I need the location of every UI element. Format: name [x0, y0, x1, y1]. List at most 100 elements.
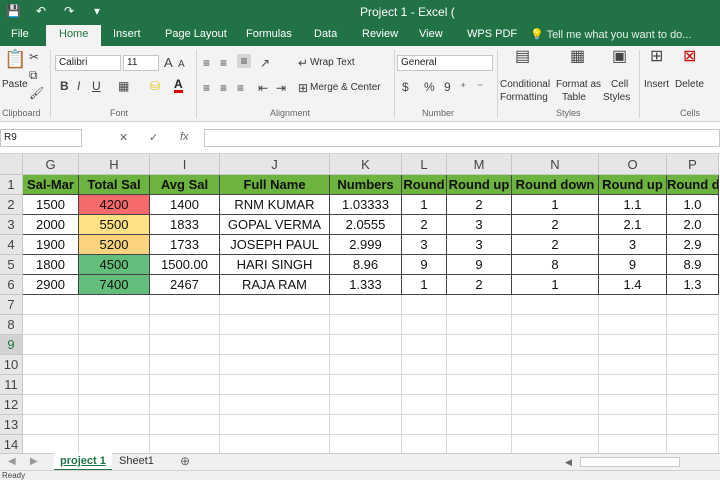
empty-cell[interactable]	[599, 295, 667, 315]
empty-cell[interactable]	[79, 415, 150, 435]
row-header[interactable]: 1	[0, 175, 23, 195]
empty-cell[interactable]	[150, 315, 220, 335]
align-center-icon[interactable]: ≡	[220, 81, 227, 95]
table-cell[interactable]: 1.4	[599, 275, 667, 295]
empty-cell[interactable]	[512, 375, 599, 395]
empty-cell[interactable]	[667, 415, 719, 435]
empty-cell[interactable]	[512, 335, 599, 355]
tab-review[interactable]: Review	[362, 28, 398, 40]
table-cell[interactable]: RAJA RAM	[220, 275, 330, 295]
align-top-icon[interactable]: ≡	[203, 56, 210, 70]
empty-cell[interactable]	[512, 395, 599, 415]
column-header[interactable]: N	[512, 154, 599, 175]
table-cell[interactable]: JOSEPH PAUL	[220, 235, 330, 255]
align-bottom-icon[interactable]: ≡	[237, 54, 251, 68]
table-cell[interactable]: 4500	[79, 255, 150, 275]
row-header[interactable]: 9	[0, 335, 23, 355]
empty-cell[interactable]	[599, 355, 667, 375]
table-cell[interactable]: 1.1	[599, 195, 667, 215]
cell-styles-button[interactable]: Cell	[611, 79, 628, 91]
empty-cell[interactable]	[79, 315, 150, 335]
empty-cell[interactable]	[23, 355, 79, 375]
empty-cell[interactable]	[23, 315, 79, 335]
table-cell[interactable]: 1400	[150, 195, 220, 215]
tab-page-layout[interactable]: Page Layout	[165, 28, 227, 40]
table-cell[interactable]: 1500	[23, 195, 79, 215]
align-middle-icon[interactable]: ≡	[220, 56, 227, 70]
format-as-table-button[interactable]: Format as	[556, 79, 601, 91]
font-size-select[interactable]: 11	[123, 55, 159, 71]
empty-cell[interactable]	[599, 335, 667, 355]
orientation-icon[interactable]: ↗	[260, 56, 270, 70]
insert-cells-icon[interactable]: ⊞	[650, 49, 663, 65]
tab-formulas[interactable]: Formulas	[246, 28, 292, 40]
table-cell[interactable]: 4200	[79, 195, 150, 215]
row-header[interactable]: 3	[0, 215, 23, 235]
percent-button[interactable]: %	[424, 80, 435, 94]
new-sheet-icon[interactable]: ⊕	[180, 454, 190, 468]
row-header[interactable]: 14	[0, 435, 23, 453]
empty-cell[interactable]	[150, 435, 220, 453]
font-color-icon[interactable]: A	[174, 77, 183, 93]
italic-button[interactable]: I	[77, 79, 80, 93]
empty-cell[interactable]	[512, 295, 599, 315]
name-box[interactable]: R9	[0, 129, 82, 147]
empty-cell[interactable]	[667, 395, 719, 415]
table-cell[interactable]: 8.96	[330, 255, 402, 275]
scroll-sheets-right-icon[interactable]: ▶	[30, 455, 38, 469]
table-cell[interactable]: 2.9	[667, 235, 719, 255]
empty-cell[interactable]	[23, 375, 79, 395]
empty-cell[interactable]	[330, 375, 402, 395]
select-all-corner[interactable]	[0, 154, 23, 175]
empty-cell[interactable]	[330, 415, 402, 435]
bold-button[interactable]: B	[60, 79, 69, 93]
table-cell[interactable]: 5200	[79, 235, 150, 255]
empty-cell[interactable]	[599, 375, 667, 395]
table-cell[interactable]: 9	[447, 255, 512, 275]
table-cell[interactable]: 2	[447, 275, 512, 295]
tell-me-box[interactable]: 💡 Tell me what you want to do...	[530, 28, 691, 41]
table-cell[interactable]: 8	[512, 255, 599, 275]
empty-cell[interactable]	[447, 315, 512, 335]
copy-icon[interactable]: ⧉	[29, 68, 38, 82]
row-header[interactable]: 11	[0, 375, 23, 395]
row-header[interactable]: 7	[0, 295, 23, 315]
table-cell[interactable]: 9	[402, 255, 447, 275]
empty-cell[interactable]	[447, 335, 512, 355]
shrink-font-icon[interactable]: A	[178, 58, 185, 72]
tab-home[interactable]: Home	[46, 25, 102, 46]
spreadsheet-grid[interactable]: G H I J K L M N O P 1 Sal-Mar Total Sal Avg Sal Full N…	[0, 154, 720, 453]
empty-cell[interactable]	[667, 375, 719, 395]
table-cell[interactable]: 1.03333	[330, 195, 402, 215]
empty-cell[interactable]	[23, 435, 79, 453]
hscroll-left-icon[interactable]: ◀	[565, 455, 572, 469]
empty-cell[interactable]	[402, 375, 447, 395]
row-header[interactable]: 4	[0, 235, 23, 255]
table-cell[interactable]: 1	[402, 195, 447, 215]
table-cell[interactable]: 1833	[150, 215, 220, 235]
row-header[interactable]: 10	[0, 355, 23, 375]
header-cell[interactable]: Numbers	[330, 175, 402, 195]
empty-cell[interactable]	[447, 415, 512, 435]
empty-cell[interactable]	[150, 415, 220, 435]
tab-data[interactable]: Data	[314, 28, 337, 40]
column-header[interactable]: K	[330, 154, 402, 175]
decrease-decimal-icon[interactable]: ⁻	[477, 80, 483, 94]
empty-cell[interactable]	[512, 315, 599, 335]
table-cell[interactable]: 1.333	[330, 275, 402, 295]
tab-wps-pdf[interactable]: WPS PDF	[467, 28, 517, 40]
table-cell[interactable]: 1733	[150, 235, 220, 255]
table-cell[interactable]: 2.999	[330, 235, 402, 255]
empty-cell[interactable]	[330, 435, 402, 453]
empty-cell[interactable]	[220, 395, 330, 415]
empty-cell[interactable]	[23, 415, 79, 435]
empty-cell[interactable]	[220, 295, 330, 315]
table-cell[interactable]: 9	[599, 255, 667, 275]
customize-qat-icon[interactable]: ▾	[90, 3, 104, 19]
empty-cell[interactable]	[402, 315, 447, 335]
merge-center-icon[interactable]: ⊞	[298, 81, 308, 95]
empty-cell[interactable]	[447, 355, 512, 375]
table-cell[interactable]: 2467	[150, 275, 220, 295]
empty-cell[interactable]	[79, 335, 150, 355]
empty-cell[interactable]	[150, 295, 220, 315]
